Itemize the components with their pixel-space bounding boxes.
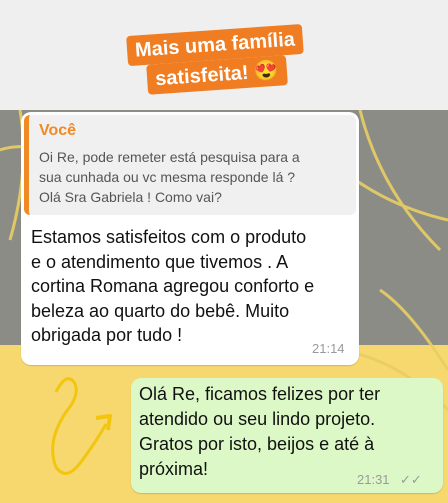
double-check-icon: ✓✓ bbox=[400, 472, 422, 487]
quoted-author: Você bbox=[39, 122, 77, 139]
caption-sticker: Mais uma família satisfeita! 😍 bbox=[122, 23, 310, 97]
incoming-timestamp: 21:14 bbox=[312, 341, 345, 356]
quoted-message[interactable]: Você Oi Re, pode remeter está pesquisa p… bbox=[24, 115, 356, 215]
incoming-message-text: Estamos satisfeitos com o produto e o at… bbox=[31, 227, 315, 345]
arrow-doodle-icon bbox=[51, 377, 112, 475]
quoted-text: Oi Re, pode remeter está pesquisa para a… bbox=[39, 149, 300, 205]
outgoing-message-text: Olá Re, ficamos felizes por ter atendido… bbox=[139, 384, 381, 479]
outgoing-timestamp: 21:31 bbox=[357, 472, 390, 487]
